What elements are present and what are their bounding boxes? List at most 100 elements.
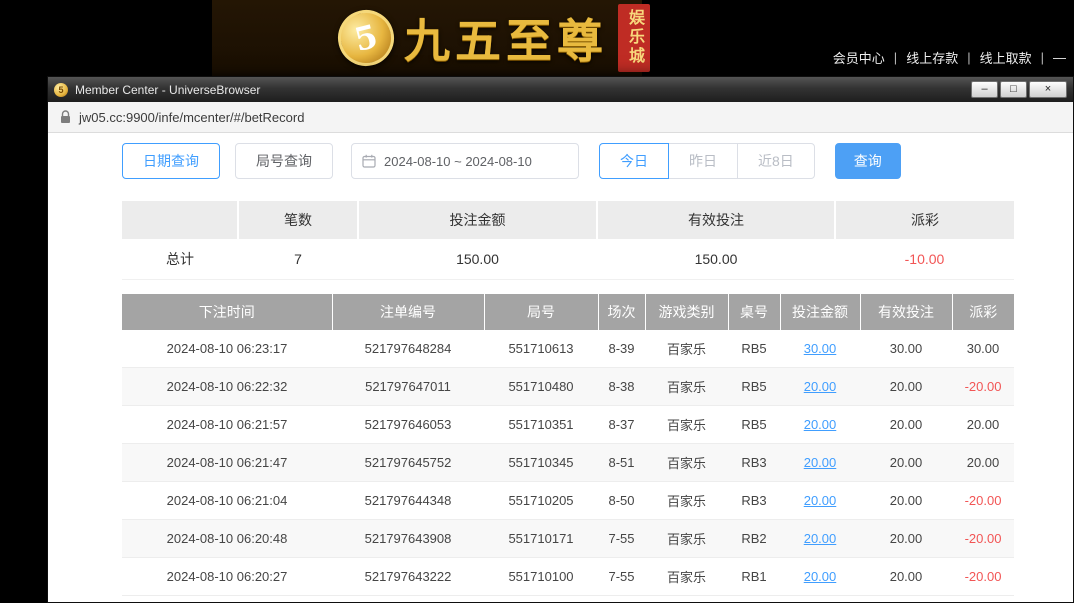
game-type-cell: 百家乐 [645,406,728,444]
bet-id-cell: 521797644348 [332,482,484,520]
round-cell: 551710480 [484,368,598,406]
session-cell: 8-50 [598,482,645,520]
maximize-button[interactable]: □ [1000,81,1027,98]
valid-bet-cell: 20.00 [860,368,952,406]
game-type-cell: 百家乐 [645,368,728,406]
round-cell: 551710345 [484,444,598,482]
header-payout: 派彩 [952,294,1014,330]
round-query-button[interactable]: 局号查询 [235,143,333,179]
calendar-icon [362,154,376,168]
bet-time-cell: 2024-08-10 06:20:48 [122,520,332,558]
bet-time-cell: 2024-08-10 06:21:04 [122,482,332,520]
date-range-input[interactable]: 2024-08-10 ~ 2024-08-10 [351,143,579,179]
payout-cell: -20.00 [952,482,1014,520]
minimize-button[interactable]: – [971,81,998,98]
game-type-cell: 百家乐 [645,444,728,482]
payout-cell: 20.00 [952,406,1014,444]
bet-amount-link[interactable]: 30.00 [780,330,860,368]
header-bet-amount: 投注金额 [780,294,860,330]
round-cell: 551710171 [484,520,598,558]
round-cell: 551710100 [484,558,598,596]
bet-id-cell: 521797646053 [332,406,484,444]
bet-amount-link[interactable]: 20.00 [780,482,860,520]
bet-amount-link[interactable]: 20.00 [780,558,860,596]
browser-title-bar[interactable]: 5 Member Center - UniverseBrowser – □ × [48,77,1073,102]
summary-total-row: 总计 7 150.00 150.00 -10.00 [122,239,1014,279]
valid-bet-cell: 20.00 [860,520,952,558]
tab-last-8-days[interactable]: 近8日 [737,143,815,179]
valid-bet-cell: 20.00 [860,558,952,596]
site-top-nav: 会员中心 | 线上存款 | 线上取款 | — [833,48,1066,67]
valid-bet-cell: 20.00 [860,482,952,520]
header-bet-time: 下注时间 [122,294,332,330]
table-row: 2024-08-10 06:22:32 521797647011 5517104… [122,368,1014,406]
summary-table: 笔数 投注金额 有效投注 派彩 总计 7 150.00 150.00 -10.0… [122,201,1014,280]
search-button[interactable]: 查询 [835,143,901,179]
bet-time-cell: 2024-08-10 06:20:27 [122,558,332,596]
bet-id-cell: 521797643908 [332,520,484,558]
quick-range-group: 今日 昨日 近8日 [599,143,815,179]
session-cell: 8-38 [598,368,645,406]
game-type-cell: 百家乐 [645,520,728,558]
summary-total-label: 总计 [122,239,238,279]
header-game-type: 游戏类别 [645,294,728,330]
nav-separator: | [1041,50,1044,65]
tab-today[interactable]: 今日 [599,143,669,179]
nav-item-partial[interactable]: — [1053,50,1066,65]
bet-time-cell: 2024-08-10 06:21:57 [122,406,332,444]
site-brand-badge: 娱乐城 [618,4,650,72]
payout-cell: -20.00 [952,558,1014,596]
nav-item-online-deposit[interactable]: 线上存款 [906,48,958,67]
close-button[interactable]: × [1029,81,1067,98]
header-round: 局号 [484,294,598,330]
nav-item-member-center[interactable]: 会员中心 [833,48,885,67]
valid-bet-cell: 20.00 [860,406,952,444]
summary-payout: -10.00 [835,239,1014,279]
valid-bet-cell: 20.00 [860,444,952,482]
table-row: 2024-08-10 06:20:48 521797643908 5517101… [122,520,1014,558]
bet-amount-link[interactable]: 20.00 [780,406,860,444]
bet-amount-link[interactable]: 20.00 [780,444,860,482]
round-cell: 551710205 [484,482,598,520]
game-type-cell: 百家乐 [645,482,728,520]
bet-time-cell: 2024-08-10 06:23:17 [122,330,332,368]
nav-item-online-withdraw[interactable]: 线上取款 [980,48,1032,67]
table-no-cell: RB1 [728,558,780,596]
bet-id-cell: 521797643222 [332,558,484,596]
bet-table-header-row: 下注时间 注单编号 局号 场次 游戏类别 桌号 投注金额 有效投注 派彩 [122,294,1014,330]
summary-header-row: 笔数 投注金额 有效投注 派彩 [122,201,1014,239]
session-cell: 8-37 [598,406,645,444]
query-toolbar: 日期查询 局号查询 2024-08-10 ~ 2024-08-10 今日 昨日 … [122,143,1014,179]
bet-record-table: 下注时间 注单编号 局号 场次 游戏类别 桌号 投注金额 有效投注 派彩 202… [122,294,1014,597]
summary-header-bet-amount: 投注金额 [358,201,597,239]
summary-count: 7 [238,239,358,279]
bet-amount-link[interactable]: 20.00 [780,520,860,558]
session-cell: 7-55 [598,520,645,558]
bet-id-cell: 521797648284 [332,330,484,368]
payout-cell: 20.00 [952,444,1014,482]
bet-amount-link[interactable]: 20.00 [780,368,860,406]
browser-url-bar[interactable]: jw05.cc:9900/infe/mcenter/#/betRecord [48,102,1073,133]
bet-id-cell: 521797647011 [332,368,484,406]
window-controls: – □ × [971,81,1067,98]
table-row: 2024-08-10 06:21:04 521797644348 5517102… [122,482,1014,520]
session-cell: 8-51 [598,444,645,482]
window-title: Member Center - UniverseBrowser [75,83,971,97]
round-cell: 551710351 [484,406,598,444]
summary-header-valid-bet: 有效投注 [597,201,835,239]
tab-yesterday[interactable]: 昨日 [668,143,738,179]
bet-time-cell: 2024-08-10 06:22:32 [122,368,332,406]
header-valid-bet: 有效投注 [860,294,952,330]
lock-icon [60,110,71,124]
url-text: jw05.cc:9900/infe/mcenter/#/betRecord [79,110,304,125]
game-type-cell: 百家乐 [645,330,728,368]
page-content: 日期查询 局号查询 2024-08-10 ~ 2024-08-10 今日 昨日 … [48,133,1073,602]
date-query-button[interactable]: 日期查询 [122,143,220,179]
table-no-cell: RB5 [728,406,780,444]
game-type-cell: 百家乐 [645,558,728,596]
table-no-cell: RB3 [728,482,780,520]
site-brand: 5 九五至尊 娱乐城 [338,4,650,72]
date-range-value: 2024-08-10 ~ 2024-08-10 [384,154,532,169]
session-cell: 8-39 [598,330,645,368]
header-bet-id: 注单编号 [332,294,484,330]
